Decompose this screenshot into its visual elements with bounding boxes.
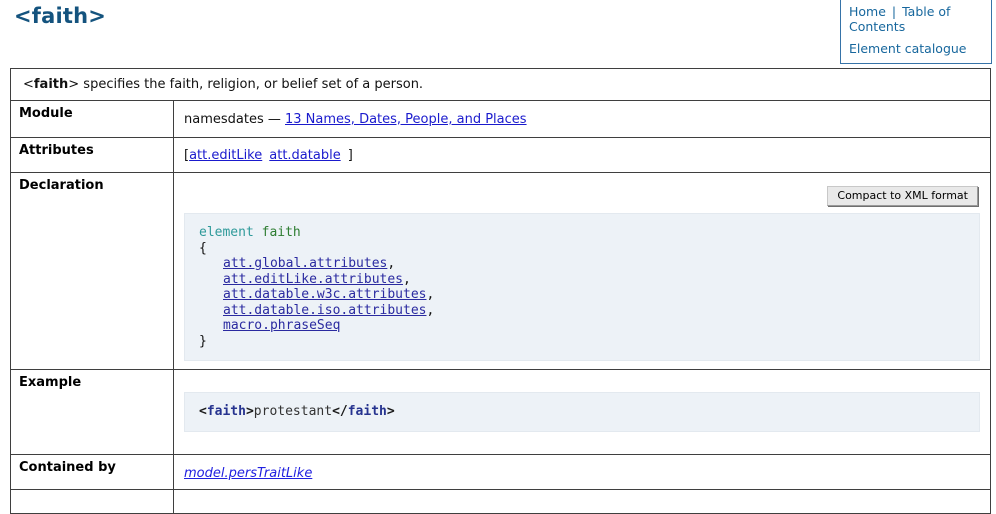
contained-by-row: Contained by model.persTraitLike [11, 454, 991, 489]
rnc-keyword: element [199, 225, 254, 240]
nav-line-primary: Home | Table of Contents [849, 5, 983, 35]
next-row-partial [11, 489, 991, 513]
module-row: Module namesdates — 13 Names, Dates, Peo… [11, 101, 991, 138]
code-member-line: macro.phraseSeq [199, 318, 965, 334]
description-row: <faith> specifies the faith, religion, o… [11, 69, 991, 101]
declaration-link-macro-phraseseq[interactable]: macro.phraseSeq [223, 318, 340, 333]
contained-by-link-model-perstraitlike[interactable]: model.persTraitLike [184, 466, 312, 481]
declaration-link-att-editlike[interactable]: att.editLike.attributes [223, 272, 403, 287]
member-suffix: , [427, 303, 435, 318]
rnc-element-name: faith [262, 225, 301, 240]
declaration-row: Declaration Compact to XML format elemen… [11, 173, 991, 370]
site-nav-box: Home | Table of Contents Element catalog… [840, 0, 992, 64]
example-tag-name: faith [207, 404, 246, 419]
member-suffix: , [403, 272, 411, 287]
desc-text: specifies the faith, religion, or belief… [79, 77, 423, 92]
page-header: <faith> Home | Table of Contents Element… [0, 0, 996, 68]
declaration-link-att-datable-w3c[interactable]: att.datable.w3c.attributes [223, 287, 427, 302]
desc-tag-open: < [23, 77, 34, 92]
declaration-value: Compact to XML format element faith { at… [174, 173, 991, 370]
element-spec-table: <faith> specifies the faith, religion, o… [10, 68, 991, 514]
module-value: namesdates — 13 Names, Dates, People, an… [174, 101, 991, 138]
next-row-label-cell [11, 489, 174, 513]
code-member-line: att.datable.w3c.attributes, [199, 287, 965, 303]
desc-tag-name: faith [34, 77, 68, 92]
example-label: Example [11, 370, 174, 455]
nav-separator: | [890, 4, 898, 19]
module-chapter-link[interactable]: 13 Names, Dates, People, and Places [285, 112, 527, 127]
declaration-label: Declaration [11, 173, 174, 370]
example-close-lt: </ [332, 404, 348, 419]
example-content: protestant [254, 404, 332, 419]
code-member-line: att.datable.iso.attributes, [199, 303, 965, 319]
member-suffix: , [427, 287, 435, 302]
code-line-brace-close: } [199, 334, 965, 350]
code-line-element: element faith [199, 225, 965, 241]
attribute-class-link-editlike[interactable]: att.editLike [189, 148, 262, 163]
module-name: namesdates — [184, 112, 281, 127]
nav-link-element-catalogue[interactable]: Element catalogue [849, 41, 967, 56]
example-value: <faith>protestant</faith> [174, 370, 991, 455]
code-member-line: att.editLike.attributes, [199, 272, 965, 288]
attributes-bracket-close: ] [348, 148, 353, 163]
attributes-label: Attributes [11, 138, 174, 173]
contained-by-label: Contained by [11, 454, 174, 489]
declaration-link-att-datable-iso[interactable]: att.datable.iso.attributes [223, 303, 427, 318]
element-description: <faith> specifies the faith, religion, o… [11, 69, 991, 101]
example-open-gt: > [246, 404, 254, 419]
desc-tag-close: > [68, 77, 79, 92]
contained-by-value: model.persTraitLike [174, 454, 991, 489]
attributes-value: [att.editLikeatt.datable] [174, 138, 991, 173]
page-title: <faith> [14, 4, 106, 28]
declaration-link-att-global[interactable]: att.global.attributes [223, 256, 387, 271]
nav-link-home[interactable]: Home [849, 4, 886, 19]
declaration-code-block: element faith { att.global.attributes, a… [184, 213, 980, 361]
next-row-content-cell [174, 489, 991, 513]
attributes-row: Attributes [att.editLikeatt.datable] [11, 138, 991, 173]
compact-to-xml-button[interactable]: Compact to XML format [827, 186, 978, 206]
member-suffix: , [387, 256, 395, 271]
example-open-lt: < [199, 404, 207, 419]
code-line-brace-open: { [199, 241, 965, 257]
example-close-tag-name: faith [348, 404, 387, 419]
example-code-block: <faith>protestant</faith> [184, 392, 980, 432]
code-member-line: att.global.attributes, [199, 256, 965, 272]
nav-line-secondary: Element catalogue [849, 42, 983, 57]
attribute-class-link-datable[interactable]: att.datable [269, 148, 340, 163]
module-label: Module [11, 101, 174, 138]
example-close-gt: > [387, 404, 395, 419]
example-row: Example <faith>protestant</faith> [11, 370, 991, 455]
declaration-toolbar: Compact to XML format [184, 186, 978, 206]
